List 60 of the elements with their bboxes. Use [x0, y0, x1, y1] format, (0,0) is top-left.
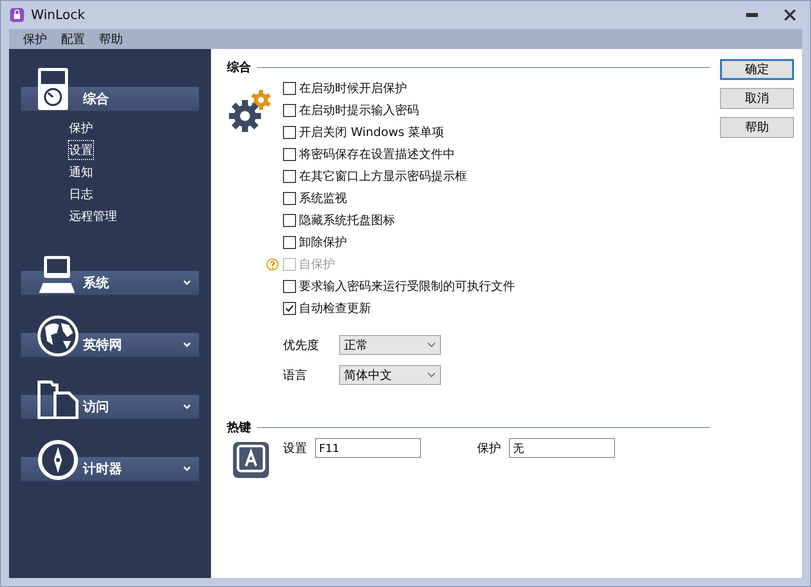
checkbox[interactable] [283, 170, 296, 183]
input-field[interactable]: F11 [315, 438, 421, 458]
lock-app-icon [9, 7, 25, 23]
checkbox[interactable] [283, 192, 296, 205]
sidebar-item[interactable]: 设置 [69, 141, 93, 159]
checkbox[interactable] [283, 104, 296, 117]
checkbox-label: 要求输入密码来运行受限制的可执行文件 [299, 278, 515, 295]
checkbox-label: 自动检查更新 [299, 300, 371, 317]
media-player-icon [37, 67, 69, 111]
sidebar-section-header[interactable]: 综合 [21, 67, 199, 111]
chevron-down-icon [427, 342, 436, 348]
computer-icon [37, 255, 77, 295]
sidebar-item[interactable]: 保护 [69, 119, 93, 137]
chevron-down-icon [183, 342, 191, 348]
section-title: 热键 [227, 419, 251, 436]
checkbox[interactable] [283, 302, 296, 315]
sidebar-item[interactable]: 日志 [69, 185, 93, 203]
checkbox-label: 系统监视 [299, 190, 347, 207]
globe-icon [37, 315, 79, 357]
checkbox[interactable] [283, 214, 296, 227]
field-label: 优先度 [283, 336, 320, 354]
checkbox-label: 隐藏系统托盘图标 [299, 212, 395, 229]
checkbox[interactable] [283, 148, 296, 161]
dropdown[interactable]: 简体中文 [339, 365, 441, 385]
field-label: 保护 [477, 440, 501, 456]
checkbox[interactable] [283, 82, 296, 95]
checkbox-label: 在启动时提示输入密码 [299, 102, 419, 119]
sidebar-item[interactable]: 通知 [69, 163, 93, 181]
checkbox-label: 将密码保存在设置描述文件中 [299, 146, 455, 163]
checkbox-label: 自保护 [299, 256, 335, 273]
sidebar-section-header[interactable]: 英特网 [21, 313, 199, 357]
chevron-down-icon [183, 404, 191, 410]
field-label: 设置 [283, 440, 307, 456]
checkbox[interactable] [283, 280, 296, 293]
dialog-button[interactable]: 取消 [720, 88, 794, 109]
menu-item[interactable]: 帮助 [99, 30, 123, 48]
field-label: 语言 [283, 366, 308, 384]
chevron-down-icon [183, 280, 191, 286]
keyboard-key-icon [233, 442, 269, 478]
chevron-down-icon [427, 372, 436, 378]
checkbox-label: 在其它窗口上方显示密码提示框 [299, 168, 467, 185]
checkbox-label: 开启关闭 Windows 菜单项 [299, 124, 444, 141]
files-icon [37, 379, 81, 419]
compass-icon [37, 439, 79, 481]
dialog-button[interactable]: 确定 [720, 59, 794, 80]
checkbox-label: 卸除保护 [299, 234, 347, 251]
input-field[interactable]: 无 [509, 438, 615, 458]
menu-item[interactable]: 配置 [61, 30, 85, 48]
checkbox-label: 在启动时候开启保护 [299, 80, 407, 97]
dropdown[interactable]: 正常 [339, 335, 441, 355]
sidebar-item[interactable]: 远程管理 [69, 207, 117, 225]
menu-item[interactable]: 保护 [23, 30, 47, 48]
section-title: 综合 [227, 59, 251, 76]
checkbox[interactable] [283, 236, 296, 249]
close-icon[interactable] [784, 9, 796, 21]
dialog-button[interactable]: 帮助 [720, 117, 794, 138]
window-title: WinLock [31, 8, 86, 22]
checkbox[interactable] [283, 126, 296, 139]
sidebar-section-header[interactable]: 计时器 [21, 437, 199, 481]
chevron-down-icon [183, 466, 191, 472]
